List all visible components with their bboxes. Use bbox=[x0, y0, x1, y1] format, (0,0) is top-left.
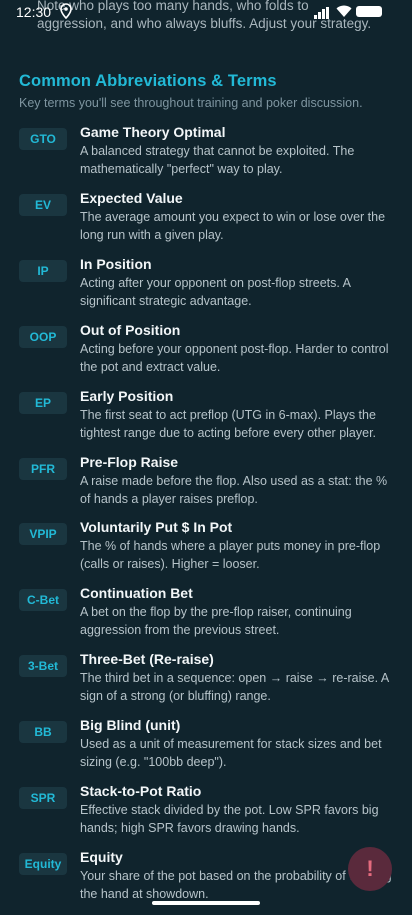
term-title: Voluntarily Put $ In Pot bbox=[80, 519, 233, 535]
term-description: The average amount you expect to win or … bbox=[80, 210, 386, 242]
term-abbr-badge: OOP bbox=[19, 326, 67, 348]
term-abbr-badge: C-Bet bbox=[19, 589, 67, 611]
battery-icon bbox=[356, 6, 382, 17]
term-title: Game Theory Optimal bbox=[80, 124, 226, 140]
term-item-ep: EP Early Position The first seat to act … bbox=[0, 388, 412, 452]
term-title: Pre-Flop Raise bbox=[80, 454, 179, 470]
home-indicator[interactable] bbox=[152, 901, 260, 905]
term-item-ip: IP In Position Acting after your opponen… bbox=[0, 256, 412, 320]
section-title: Common Abbreviations & Terms bbox=[19, 72, 277, 90]
term-abbr-badge: EP bbox=[19, 392, 67, 414]
term-abbr-badge: EV bbox=[19, 194, 67, 216]
section-subtitle: Key terms you'll see throughout training… bbox=[19, 96, 363, 110]
term-description: Used as a unit of measurement for stack … bbox=[80, 737, 382, 769]
term-description: The % of hands where a player puts money… bbox=[80, 539, 381, 571]
term-abbr-badge: 3-Bet bbox=[19, 655, 67, 677]
alert-fab-button[interactable]: ! bbox=[348, 847, 392, 891]
term-item-gto: GTO Game Theory Optimal A balanced strat… bbox=[0, 124, 412, 188]
location-icon bbox=[60, 3, 72, 22]
term-item-vpip: VPIP Voluntarily Put $ In Pot The % of h… bbox=[0, 519, 412, 583]
status-bar: 12:30 bbox=[0, 0, 412, 24]
term-item-cbet: C-Bet Continuation Bet A bet on the flop… bbox=[0, 585, 412, 649]
term-title: Stack-to-Pot Ratio bbox=[80, 783, 202, 799]
term-description: A bet on the flop by the pre-flop raiser… bbox=[80, 605, 352, 637]
term-description: Acting before your opponent post-flop. H… bbox=[80, 342, 389, 374]
term-item-bb: BB Big Blind (unit) Used as a unit of me… bbox=[0, 717, 412, 781]
term-title: In Position bbox=[80, 256, 152, 272]
term-item-pfr: PFR Pre-Flop Raise A raise made before t… bbox=[0, 454, 412, 518]
term-abbr-badge: BB bbox=[19, 721, 67, 743]
term-item-ev: EV Expected Value The average amount you… bbox=[0, 190, 412, 254]
term-item-3bet: 3-Bet Three-Bet (Re-raise) The third bet… bbox=[0, 651, 412, 715]
alert-icon: ! bbox=[366, 856, 374, 881]
term-abbr-badge: VPIP bbox=[19, 523, 67, 545]
term-title: Early Position bbox=[80, 388, 174, 404]
term-abbr-badge: GTO bbox=[19, 128, 67, 150]
term-title: Big Blind (unit) bbox=[80, 717, 181, 733]
term-title: Equity bbox=[80, 849, 123, 865]
term-title: Out of Position bbox=[80, 322, 181, 338]
term-abbr-badge: PFR bbox=[19, 458, 67, 480]
term-description: Effective stack divided by the pot. Low … bbox=[80, 803, 379, 835]
term-title: Three-Bet (Re-raise) bbox=[80, 651, 214, 667]
term-abbr-badge: SPR bbox=[19, 787, 67, 809]
term-description: A raise made before the flop. Also used … bbox=[80, 474, 388, 506]
term-title: Continuation Bet bbox=[80, 585, 193, 601]
term-item-oop: OOP Out of Position Acting before your o… bbox=[0, 322, 412, 386]
term-item-spr: SPR Stack-to-Pot Ratio Effective stack d… bbox=[0, 783, 412, 847]
wifi-icon bbox=[336, 5, 352, 21]
term-description: A balanced strategy that cannot be explo… bbox=[80, 144, 355, 176]
term-abbr-badge: Equity bbox=[19, 853, 67, 875]
term-title: Expected Value bbox=[80, 190, 183, 206]
term-description: The third bet in a sequence: open → rais… bbox=[80, 671, 389, 703]
term-description: The first seat to act preflop (UTG in 6-… bbox=[80, 408, 377, 440]
signal-icon bbox=[314, 6, 330, 22]
term-abbr-badge: IP bbox=[19, 260, 67, 282]
term-description: Acting after your opponent on post-flop … bbox=[80, 276, 351, 308]
status-time: 12:30 bbox=[16, 4, 52, 20]
